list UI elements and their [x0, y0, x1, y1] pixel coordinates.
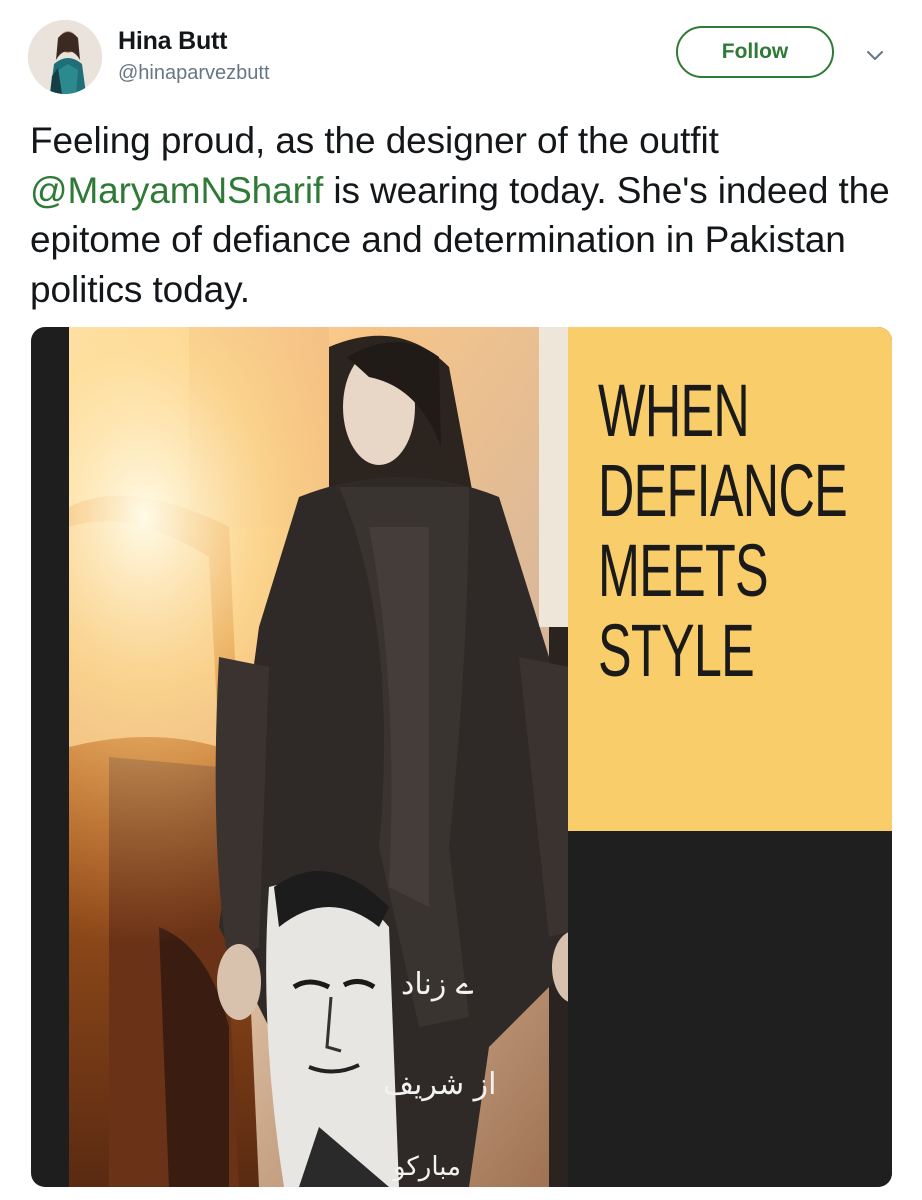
- avatar[interactable]: [28, 20, 102, 94]
- mention-link[interactable]: @MaryamNSharif: [30, 170, 323, 211]
- tweet-media[interactable]: ے زناد از شریف مبارکو WHEN DEFIANCE MEET…: [31, 327, 892, 1187]
- headline-line: STYLE: [598, 609, 755, 692]
- headline-panel: WHEN DEFIANCE MEETS STYLE: [568, 327, 892, 831]
- shirt-print-text: از شریف: [383, 1067, 497, 1102]
- headline-line: MEETS: [598, 529, 769, 612]
- headline-line: DEFIANCE: [598, 449, 848, 532]
- follow-button[interactable]: Follow: [676, 26, 834, 78]
- shirt-print-text: مبارکو: [393, 1152, 462, 1182]
- tweet-text-part: Feeling proud, as the designer of the ou…: [30, 120, 719, 161]
- display-name[interactable]: Hina Butt: [118, 26, 270, 56]
- author-block: Hina Butt @hinaparvezbutt: [118, 26, 270, 87]
- headline-text: WHEN DEFIANCE MEETS STYLE: [598, 369, 848, 692]
- tweet-text: Feeling proud, as the designer of the ou…: [30, 116, 900, 314]
- user-handle[interactable]: @hinaparvezbutt: [118, 59, 270, 87]
- shirt-print-text: ے زناد: [401, 967, 474, 1002]
- headline-line: WHEN: [598, 369, 750, 452]
- dark-panel: [568, 831, 892, 1187]
- chevron-down-icon[interactable]: [862, 46, 888, 64]
- tweet-card: Hina Butt @hinaparvezbutt Follow Feeling…: [0, 0, 922, 1200]
